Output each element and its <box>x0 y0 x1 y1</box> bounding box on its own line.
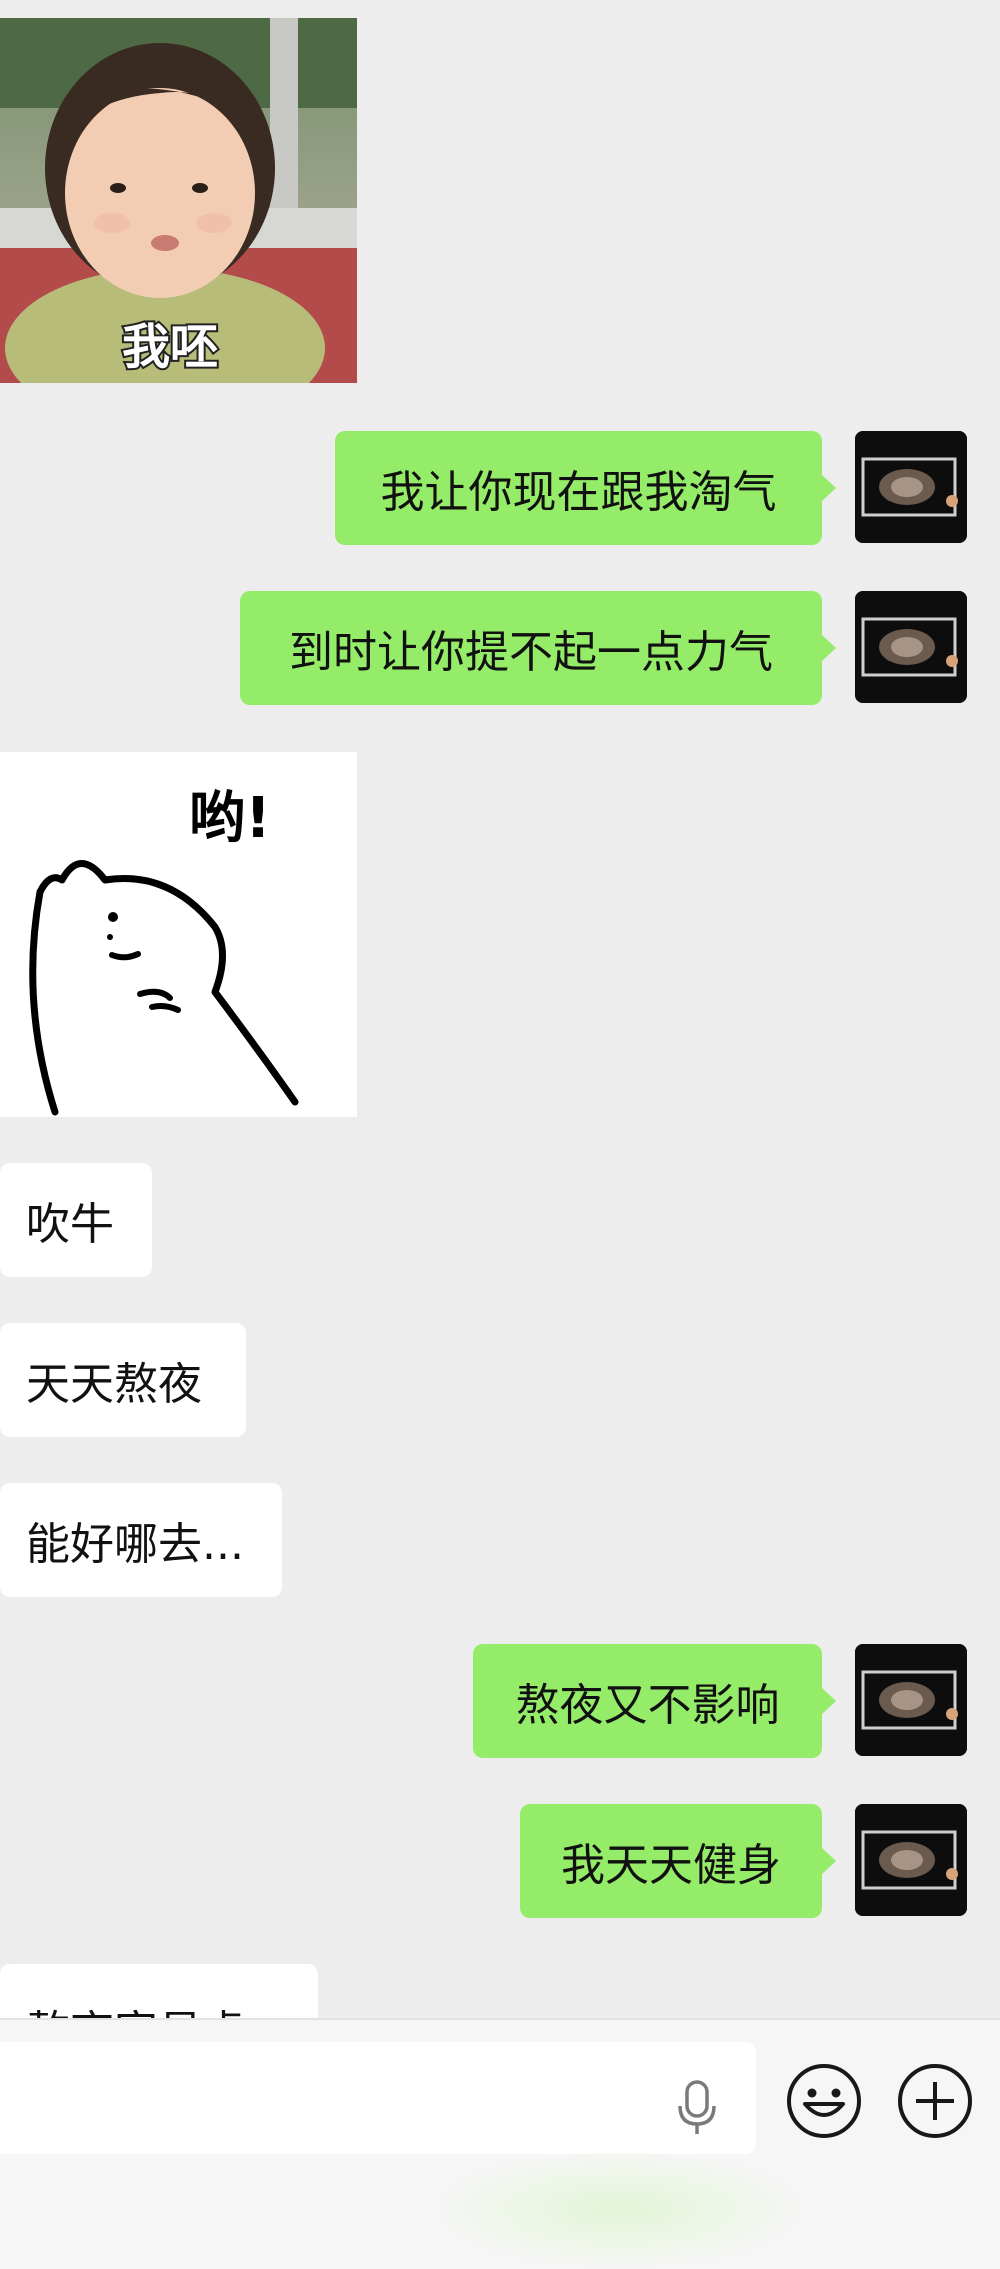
sticker-caption: 我呸 <box>122 319 218 375</box>
avatar-image <box>855 1644 967 1756</box>
background-glow <box>430 2150 810 2269</box>
message-text: 我天天健身 <box>561 1840 781 1891</box>
avatar-image <box>855 1804 967 1916</box>
message-text: 吹牛 <box>26 1199 114 1250</box>
message-text: 能好哪去... <box>26 1519 244 1570</box>
sticker-message-cat[interactable]: 哟! <box>0 752 357 1117</box>
message-text: 到时让你提不起一点力气 <box>289 627 773 678</box>
outgoing-message-bubble[interactable]: 我天天健身 <box>520 1804 836 1918</box>
avatar-image <box>855 591 967 703</box>
user-avatar[interactable] <box>855 1644 967 1756</box>
message-text: 我让你现在跟我淘气 <box>380 467 777 518</box>
plus-circle-icon[interactable] <box>896 2062 974 2140</box>
smiley-face-icon[interactable] <box>785 2062 863 2140</box>
user-avatar[interactable] <box>855 431 967 543</box>
avatar-image <box>855 431 967 543</box>
user-avatar[interactable] <box>855 1804 967 1916</box>
message-text: 熬夜又不影响 <box>515 1680 780 1731</box>
user-avatar[interactable] <box>855 591 967 703</box>
child-photo-sticker-image: 我呸 <box>0 18 357 383</box>
outgoing-message-bubble[interactable]: 我让你现在跟我淘气 <box>335 431 836 545</box>
microphone-icon[interactable] <box>672 2078 722 2138</box>
message-input[interactable] <box>0 2042 756 2154</box>
chat-message-list[interactable]: 我呸 我让你现在跟我淘气 到时让你提不起一点力气 哟! 吹牛 天天熬夜 能好哪去… <box>0 0 1000 2018</box>
outgoing-message-bubble[interactable]: 熬夜又不影响 <box>473 1644 836 1758</box>
sticker-caption: 哟! <box>189 786 271 851</box>
sticker-message-photo[interactable]: 我呸 <box>0 18 357 383</box>
incoming-message-bubble[interactable]: 熬夜容易虚 <box>0 1964 318 2018</box>
chat-input-bar <box>0 2018 1000 2269</box>
cat-doodle-sticker-image: 哟! <box>0 752 357 1117</box>
incoming-message-bubble[interactable]: 吹牛 <box>0 1163 152 1277</box>
message-text: 天天熬夜 <box>26 1359 202 1410</box>
outgoing-message-bubble[interactable]: 到时让你提不起一点力气 <box>240 591 836 705</box>
incoming-message-bubble[interactable]: 天天熬夜 <box>0 1323 246 1437</box>
incoming-message-bubble[interactable]: 能好哪去... <box>0 1483 282 1597</box>
message-text: 熬夜容易虚 <box>26 1996 246 2018</box>
